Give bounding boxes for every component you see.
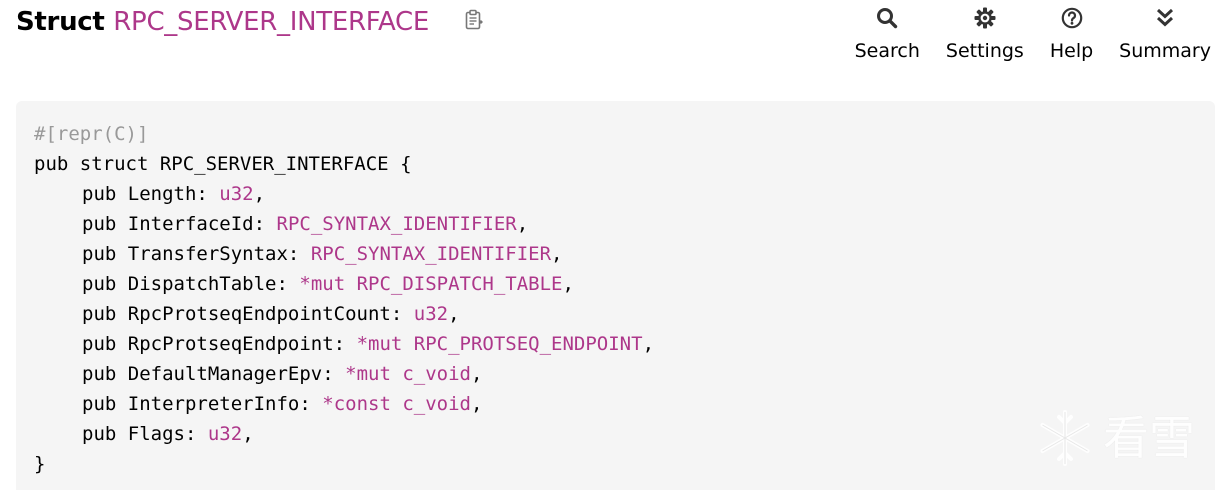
repr-attribute: #[repr(C)] xyxy=(34,123,149,145)
snowflake-icon xyxy=(1040,410,1090,466)
field-name: DefaultManagerEpv xyxy=(127,363,323,385)
field-type-link[interactable]: RPC_SYNTAX_IDENTIFIER xyxy=(277,213,517,235)
field-pub-keyword: pub xyxy=(82,393,128,415)
item-kind: Struct xyxy=(16,7,105,37)
field-pub-keyword: pub xyxy=(82,183,128,205)
field-pub-keyword: pub xyxy=(82,243,128,265)
struct-field: pub Length: u32, xyxy=(82,183,266,205)
field-name: DispatchTable xyxy=(127,273,277,295)
search-button[interactable]: Search xyxy=(855,6,920,62)
field-name: RpcProtseqEndpointCount xyxy=(127,303,391,325)
struct-field: pub DispatchTable: *mut RPC_DISPATCH_TAB… xyxy=(82,273,574,295)
struct-name-link[interactable]: RPC_SERVER_INTERFACE xyxy=(113,7,429,37)
struct-field: pub TransferSyntax: RPC_SYNTAX_IDENTIFIE… xyxy=(82,243,563,265)
field-name: InterfaceId xyxy=(127,213,254,235)
field-name: Length xyxy=(127,183,197,205)
field-name: RpcProtseqEndpoint xyxy=(127,333,334,355)
field-pub-keyword: pub xyxy=(82,303,128,325)
field-type-link[interactable]: RPC_DISPATCH_TABLE xyxy=(357,273,563,295)
field-pointer-qualifier: *mut xyxy=(299,273,346,295)
summary-button[interactable]: Summary xyxy=(1119,6,1211,62)
field-name: TransferSyntax xyxy=(127,243,288,265)
struct-field: pub DefaultManagerEpv: *mut c_void, xyxy=(82,363,483,385)
struct-field: pub InterfaceId: RPC_SYNTAX_IDENTIFIER, xyxy=(82,213,529,235)
settings-label: Settings xyxy=(945,40,1024,62)
field-type-link[interactable]: u32 xyxy=(208,423,242,445)
field-type-link[interactable]: c_void xyxy=(402,393,471,415)
field-name: InterpreterInfo xyxy=(127,393,300,415)
field-pub-keyword: pub xyxy=(82,363,128,385)
copy-path-icon[interactable] xyxy=(463,9,485,31)
settings-button[interactable]: Settings xyxy=(946,6,1024,62)
docs-page: Struct RPC_SERVER_INTERFACE Search Setti… xyxy=(0,0,1217,490)
toolbar: Search Settings Help Summary xyxy=(829,6,1211,70)
code-struct-name: RPC_SERVER_INTERFACE xyxy=(159,153,389,175)
field-type-link[interactable]: u32 xyxy=(219,183,253,205)
field-pointer-qualifier: *mut xyxy=(345,363,391,385)
search-label: Search xyxy=(854,40,920,62)
help-icon xyxy=(1061,7,1082,29)
field-type-link[interactable]: u32 xyxy=(414,303,448,325)
struct-field: pub RpcProtseqEndpoint: *mut RPC_PROTSEQ… xyxy=(82,333,655,355)
summary-label: Summary xyxy=(1119,40,1211,62)
double-chevron-down-icon xyxy=(1157,8,1174,27)
search-icon xyxy=(877,8,898,29)
struct-field: pub RpcProtseqEndpointCount: u32, xyxy=(82,303,460,325)
page-title: Struct RPC_SERVER_INTERFACE xyxy=(16,2,429,42)
field-pub-keyword: pub xyxy=(82,423,128,445)
watermark: 看雪 xyxy=(1035,408,1195,468)
field-pointer-qualifier: *mut xyxy=(356,333,403,355)
pub-struct-keyword: pub struct xyxy=(34,153,149,175)
field-pointer-qualifier: *const xyxy=(322,393,391,415)
open-brace: { xyxy=(400,153,412,175)
help-label: Help xyxy=(1049,40,1094,62)
field-pub-keyword: pub xyxy=(82,213,128,235)
field-type-link[interactable]: RPC_PROTSEQ_ENDPOINT xyxy=(414,333,643,355)
watermark-text: 看雪 xyxy=(1103,411,1195,465)
field-pub-keyword: pub xyxy=(82,333,128,355)
field-type-link[interactable]: RPC_SYNTAX_IDENTIFIER xyxy=(311,243,551,265)
help-button[interactable]: Help xyxy=(1050,6,1093,62)
field-type-link[interactable]: c_void xyxy=(402,363,471,385)
struct-header-line: pub struct RPC_SERVER_INTERFACE { xyxy=(34,149,1215,179)
field-name: Flags xyxy=(127,423,185,445)
field-pub-keyword: pub xyxy=(82,273,128,295)
gear-icon xyxy=(974,7,996,29)
